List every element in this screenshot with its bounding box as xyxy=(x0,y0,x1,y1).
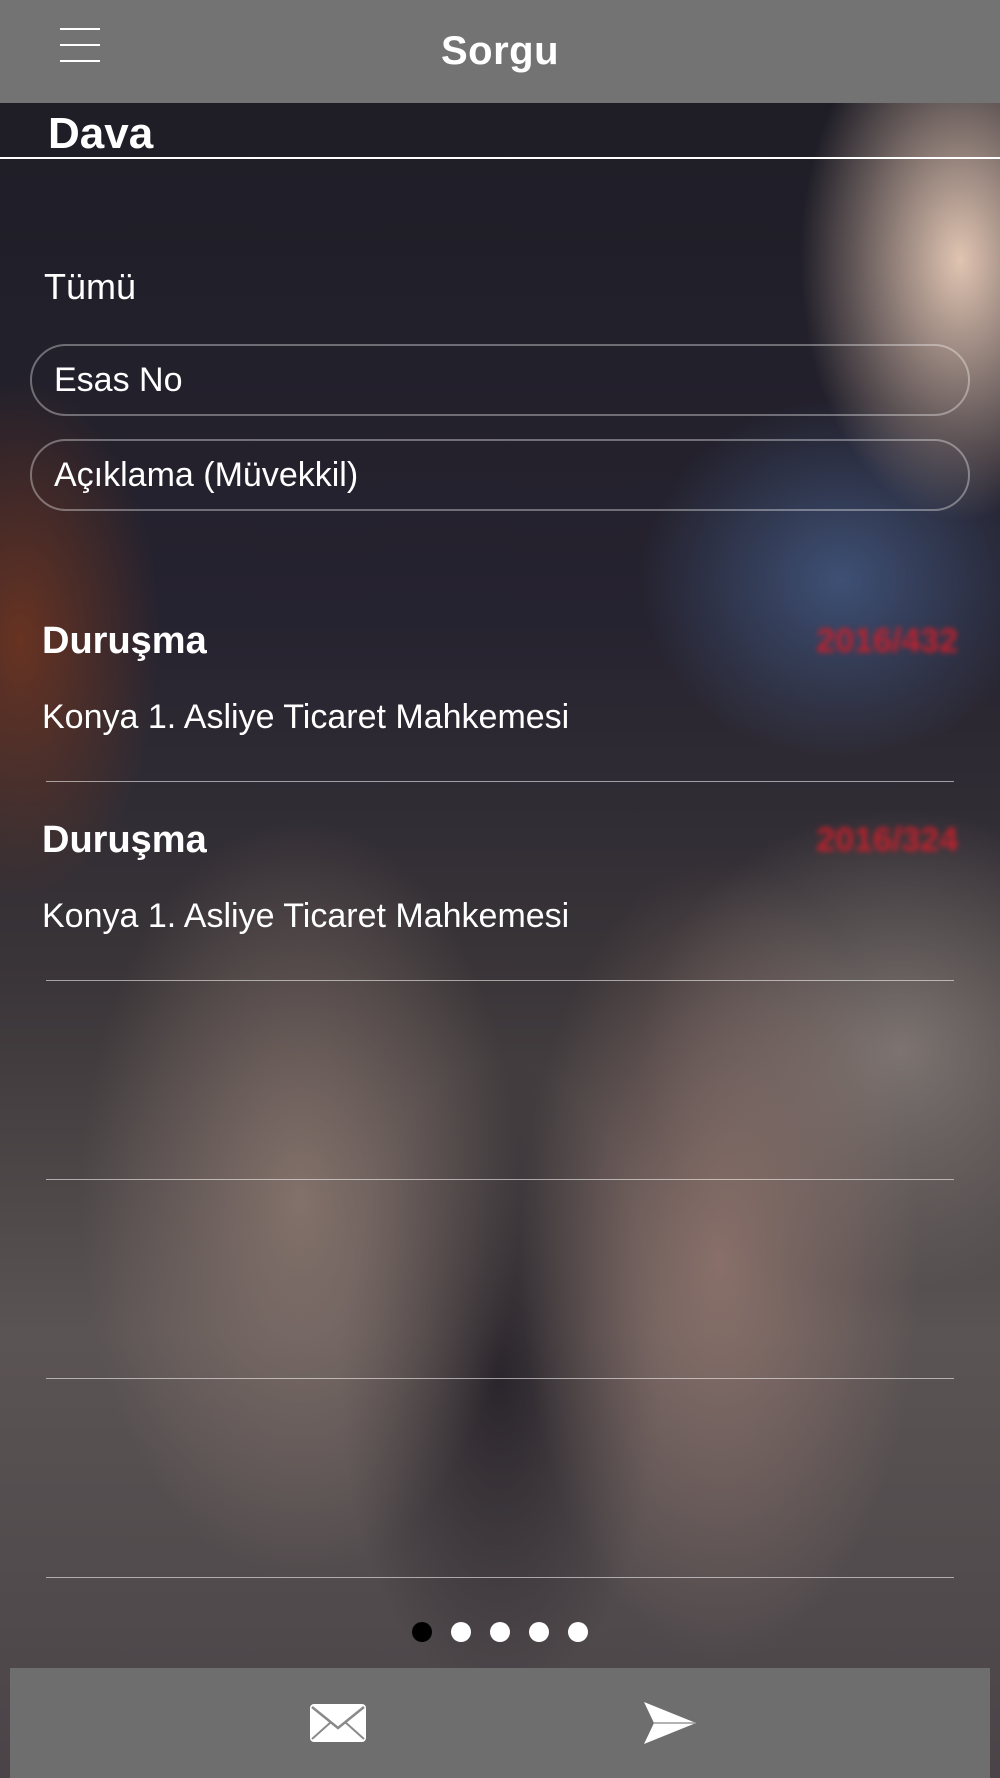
section-header: Dava xyxy=(0,103,1000,159)
list-item-court: Konya 1. Asliye Ticaret Mahkemesi xyxy=(42,698,570,736)
list-item-empty[interactable] xyxy=(0,981,1000,1180)
esas-no-input[interactable] xyxy=(30,344,970,416)
hamburger-menu-icon[interactable] xyxy=(60,28,100,62)
list-item-reference: 2016/324 xyxy=(816,821,958,859)
page-indicator xyxy=(0,1622,1000,1642)
list-item-reference: 2016/432 xyxy=(816,622,958,660)
list-item[interactable]: Duruşma 2016/324 Konya 1. Asliye Ticaret… xyxy=(0,782,1000,981)
section-label: Dava xyxy=(48,109,154,158)
list-item-type: Duruşma xyxy=(42,819,207,861)
filter-all-option[interactable]: Tümü xyxy=(44,266,136,308)
page-dot-2[interactable] xyxy=(451,1622,471,1642)
list-item-court: Konya 1. Asliye Ticaret Mahkemesi xyxy=(42,897,570,935)
list-item-empty[interactable] xyxy=(0,1180,1000,1379)
row-divider xyxy=(46,1577,954,1578)
page-dot-3[interactable] xyxy=(490,1622,510,1642)
page-title: Sorgu xyxy=(440,29,560,73)
page-dot-4[interactable] xyxy=(529,1622,549,1642)
list-item[interactable]: Duruşma 2016/432 Konya 1. Asliye Ticaret… xyxy=(0,583,1000,782)
page-dot-5[interactable] xyxy=(568,1622,588,1642)
bottom-toolbar xyxy=(10,1668,990,1778)
send-arrow-icon[interactable] xyxy=(640,1698,700,1748)
list-item-type: Duruşma xyxy=(42,620,207,662)
envelope-icon[interactable] xyxy=(308,1698,368,1748)
aciklama-input[interactable] xyxy=(30,439,970,511)
top-navigation-bar: Sorgu xyxy=(0,0,1000,103)
list-item-empty[interactable] xyxy=(0,1379,1000,1578)
page-dot-1[interactable] xyxy=(412,1622,432,1642)
